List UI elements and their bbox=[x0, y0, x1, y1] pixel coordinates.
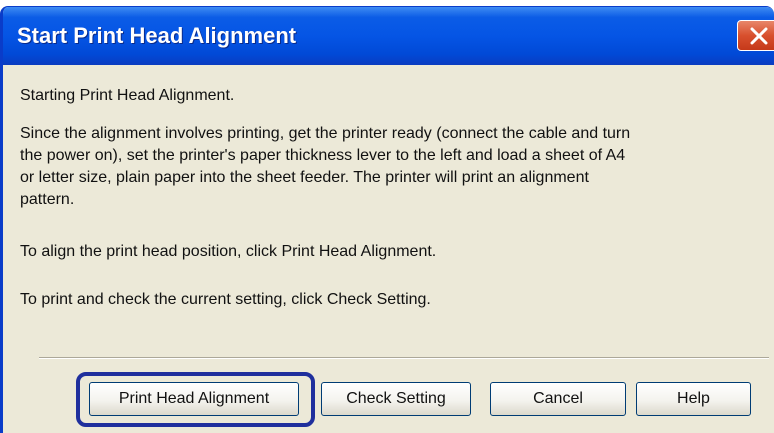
window-title: Start Print Head Alignment bbox=[17, 23, 297, 48]
instruction-paragraph: Since the alignment involves printing, g… bbox=[20, 123, 765, 211]
dialog-body: Starting Print Head Alignment. Since the… bbox=[3, 65, 774, 433]
dialog-window: Start Print Head Alignment Starting Prin… bbox=[0, 6, 774, 433]
instruction-line-1: Since the alignment involves printing, g… bbox=[20, 125, 631, 142]
close-icon bbox=[750, 27, 768, 45]
help-button[interactable]: Help bbox=[636, 382, 751, 416]
instruction-line-3: or letter size, plain paper into the she… bbox=[20, 169, 589, 186]
instruction-line-2: the power on), set the printer's paper t… bbox=[20, 147, 626, 164]
print-head-alignment-button[interactable]: Print Head Alignment bbox=[89, 382, 299, 416]
cancel-button[interactable]: Cancel bbox=[490, 382, 626, 416]
title-bar[interactable]: Start Print Head Alignment bbox=[3, 7, 774, 65]
align-instruction: To align the print head position, click … bbox=[20, 243, 437, 260]
check-setting-button[interactable]: Check Setting bbox=[321, 382, 471, 416]
instruction-line-4: pattern. bbox=[20, 191, 75, 208]
intro-text: Starting Print Head Alignment. bbox=[20, 87, 235, 104]
check-instruction: To print and check the current setting, … bbox=[20, 291, 431, 308]
close-button[interactable] bbox=[737, 20, 774, 51]
separator bbox=[39, 357, 769, 359]
